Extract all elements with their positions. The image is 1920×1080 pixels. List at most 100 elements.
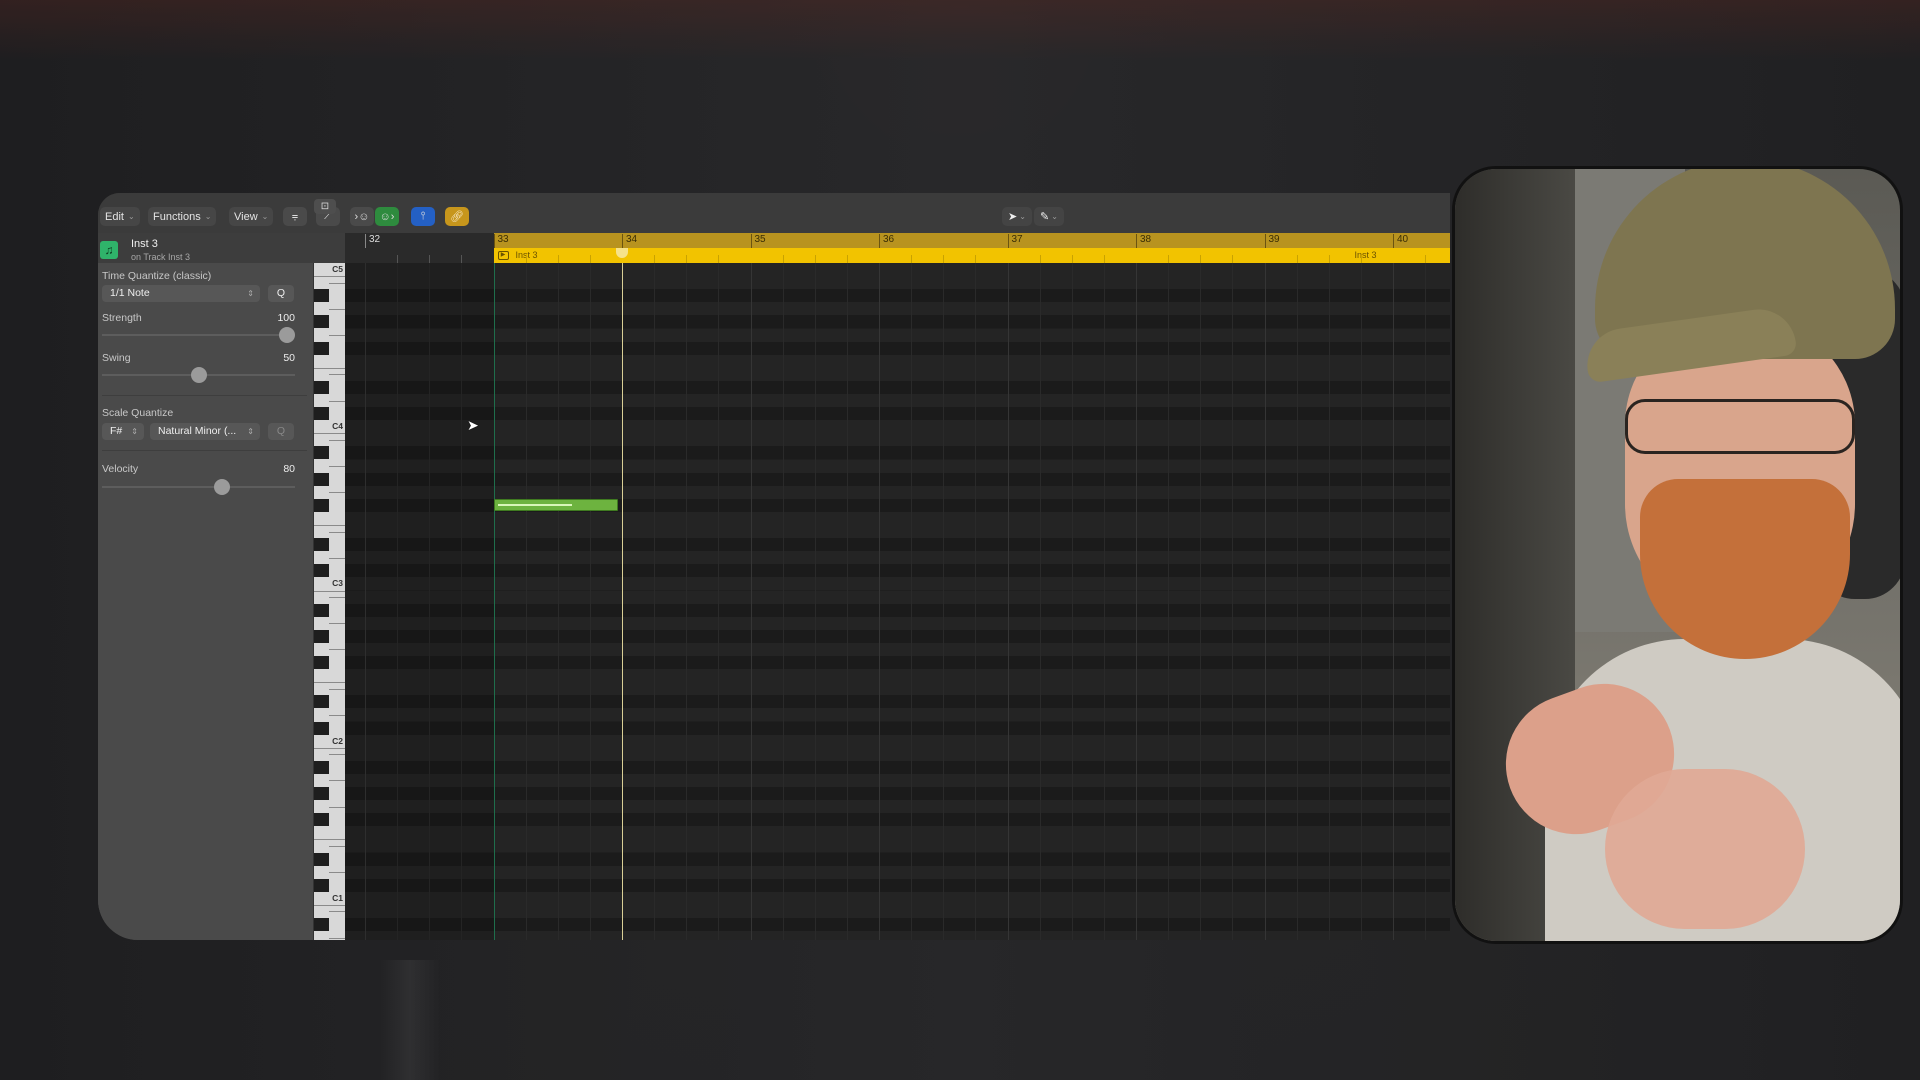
functions-menu[interactable]: Functions ⌄ (148, 207, 217, 226)
key-divider (329, 806, 345, 808)
velocity-slider[interactable] (102, 479, 295, 495)
black-key[interactable] (314, 813, 329, 827)
time-quantize-select[interactable]: 1/1 Note ⇕ (102, 285, 260, 302)
region-bar[interactable] (493, 248, 1450, 263)
black-key[interactable] (314, 787, 329, 801)
black-key[interactable] (314, 878, 329, 892)
midi-in-button[interactable]: ›☺ (350, 207, 374, 226)
key-divider (314, 590, 345, 592)
catch-button[interactable]: ⊡ (314, 199, 336, 214)
note-grid[interactable] (345, 263, 1450, 940)
scale-root-select[interactable]: F# ⇕ (102, 423, 144, 440)
grid-row (345, 904, 1450, 918)
edit-menu-label: Edit (105, 210, 124, 223)
beat-line (1360, 263, 1362, 940)
black-key[interactable] (314, 538, 329, 552)
pencil-tool-button[interactable]: ✎ ⌄ (1034, 207, 1064, 226)
snap-icon: ⫯ (420, 210, 426, 222)
beat-tick (943, 255, 945, 263)
beat-tick (911, 255, 913, 263)
black-key[interactable] (314, 446, 329, 460)
chevron-down-icon: ⌄ (1019, 212, 1026, 221)
strength-slider[interactable] (102, 327, 295, 343)
grid-row (345, 328, 1450, 342)
black-key[interactable] (314, 289, 329, 303)
beat-tick (525, 255, 527, 263)
midi-note[interactable] (493, 498, 619, 511)
grid-row (345, 420, 1450, 434)
beat-tick (1039, 255, 1041, 263)
beat-line (557, 263, 559, 940)
grid-row (345, 525, 1450, 538)
chevron-down-icon: ⌄ (127, 212, 135, 221)
beat-tick (846, 255, 848, 263)
black-key[interactable] (314, 695, 329, 709)
black-key[interactable] (314, 380, 329, 394)
black-key[interactable] (314, 564, 329, 578)
bar-number: 34 (622, 234, 637, 248)
scale-type-select[interactable]: Natural Minor (... ⇕ (150, 423, 260, 440)
black-key[interactable] (314, 721, 329, 735)
piano-keyboard[interactable]: C5 C4 C3 C2 C1 (313, 263, 345, 940)
updown-chevron-icon: ⇕ (247, 427, 254, 436)
collapse-button[interactable]: ⩦ (283, 207, 307, 226)
scale-quantize-q-button[interactable]: Q (268, 423, 294, 440)
chevron-down-icon: ⌄ (204, 212, 212, 221)
grid-row (345, 302, 1450, 316)
grid-row (345, 341, 1450, 355)
link-button[interactable]: 🔗︎ (445, 207, 469, 226)
pencil-icon: ✎ (1040, 211, 1050, 223)
black-key[interactable] (314, 760, 329, 774)
collapse-vertical-icon: ⩦ (291, 210, 299, 222)
grid-row (345, 263, 1450, 276)
beat-tick (589, 255, 591, 263)
black-key[interactable] (314, 918, 329, 932)
beat-tick (1328, 255, 1330, 263)
grid-row (345, 695, 1450, 709)
midi-out-button[interactable]: ☺› (375, 207, 399, 226)
grid-row (345, 721, 1450, 735)
grid-row (345, 485, 1450, 499)
key-divider (314, 367, 345, 369)
swing-slider[interactable] (102, 367, 295, 383)
time-quantize-q-button[interactable]: Q (268, 285, 294, 302)
key-divider (329, 872, 345, 874)
beat-tick (686, 255, 688, 263)
view-menu[interactable]: View ⌄ (229, 207, 274, 226)
beat-tick (718, 255, 720, 263)
swing-slider-knob[interactable] (191, 367, 207, 383)
black-key[interactable] (314, 629, 329, 643)
pointer-tool-button[interactable]: ➤ ⌄ (1002, 207, 1032, 226)
key-divider (314, 276, 345, 278)
key-divider (329, 400, 345, 402)
edit-menu[interactable]: Edit ⌄ (100, 207, 140, 226)
grid-row (345, 760, 1450, 774)
bar-ruler[interactable]: ▶ Inst 3 Inst 3 32 33 34 35 36 37 38 39 40 (345, 233, 1450, 263)
key-divider (329, 780, 345, 782)
black-key[interactable] (314, 852, 329, 866)
strength-slider-knob[interactable] (279, 327, 295, 343)
swing-value: 50 (283, 352, 295, 364)
black-key[interactable] (314, 407, 329, 421)
beat-line (975, 263, 977, 940)
grid-row (345, 787, 1450, 800)
black-key[interactable] (314, 341, 329, 355)
key-divider (314, 839, 345, 841)
track-name: Inst 3 (131, 238, 158, 250)
black-key[interactable] (314, 315, 329, 329)
grid-row (345, 826, 1450, 840)
black-key[interactable] (314, 472, 329, 486)
grid-row (345, 315, 1450, 329)
snap-button[interactable]: ⫯ (411, 207, 435, 226)
grid-row (345, 276, 1450, 290)
black-key[interactable] (314, 498, 329, 512)
black-key[interactable] (314, 603, 329, 617)
playhead-line[interactable] (622, 263, 623, 940)
note-velocity-line (497, 503, 573, 506)
velocity-slider-knob[interactable] (214, 479, 230, 495)
black-key[interactable] (314, 656, 329, 670)
divider (102, 395, 307, 396)
beat-line (686, 263, 688, 940)
beat-tick (1168, 255, 1170, 263)
bar-number: 33 (493, 234, 509, 248)
